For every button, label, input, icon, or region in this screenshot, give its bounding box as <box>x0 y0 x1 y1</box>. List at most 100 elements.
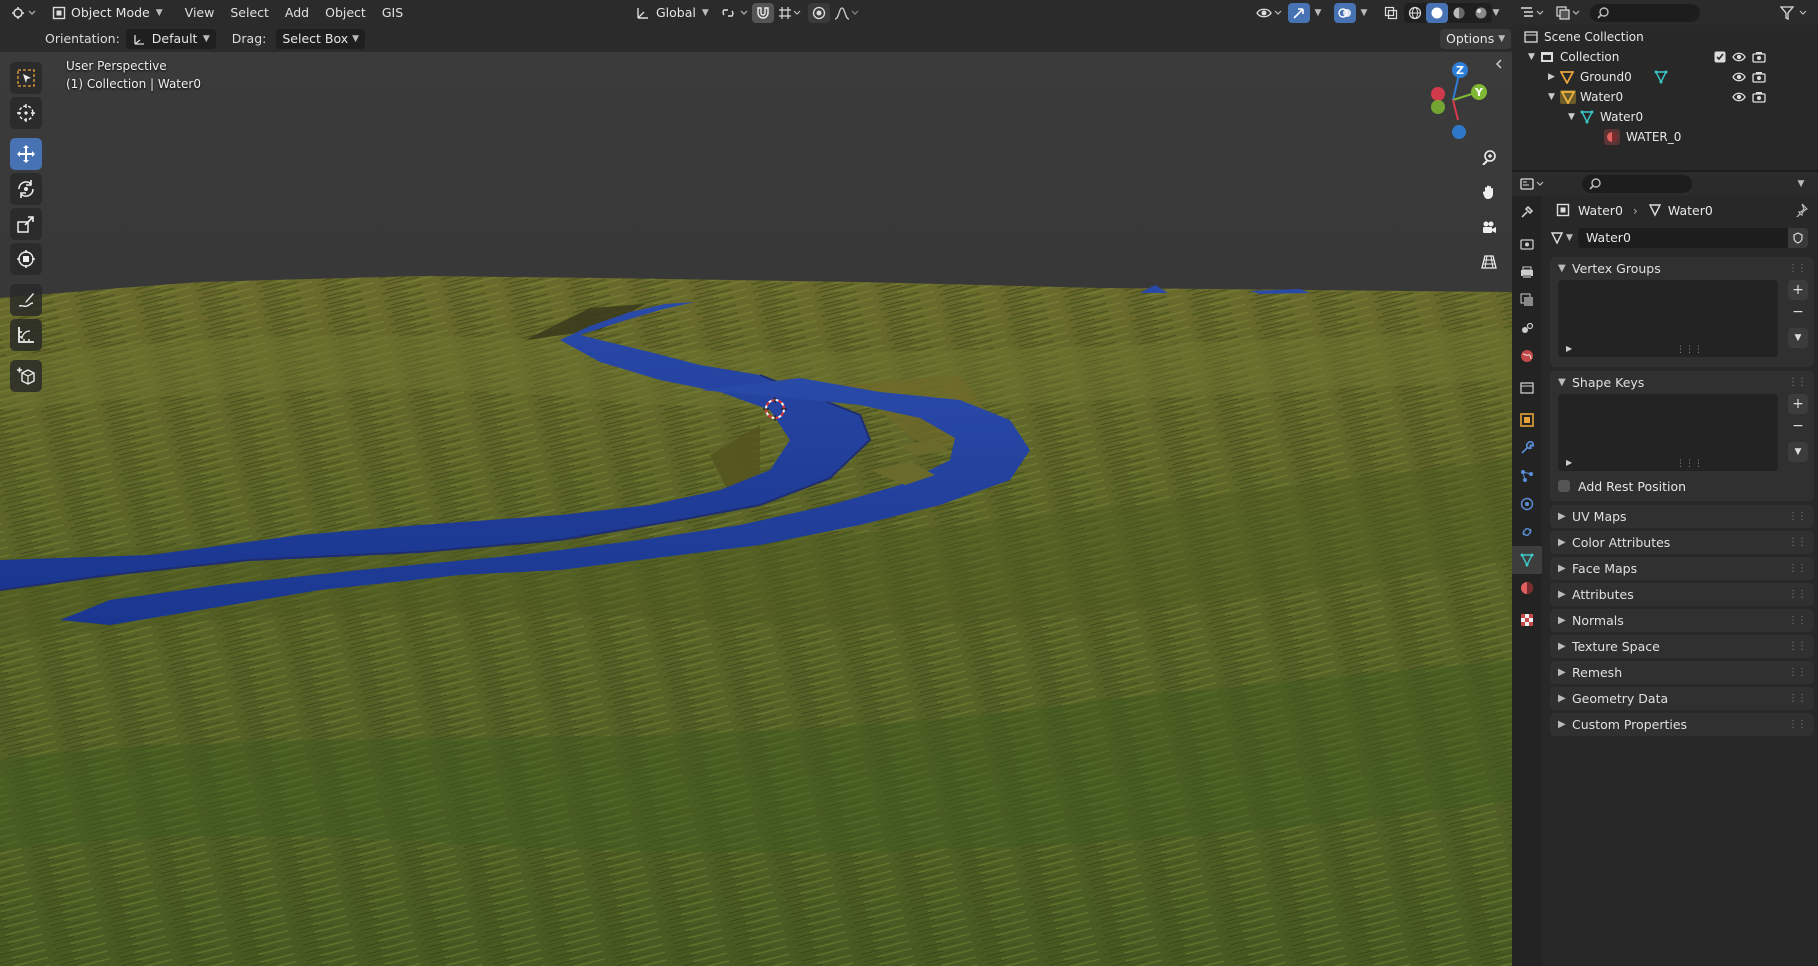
tab-mesh-data[interactable] <box>1512 546 1542 574</box>
exclude-checkbox-icon[interactable] <box>1714 51 1726 63</box>
geometry-data-panel[interactable]: ▶ Geometry Data ⋮⋮ <box>1550 687 1814 710</box>
orientation-dropdown[interactable]: Default ▼ <box>125 28 216 49</box>
navigation-gizmo[interactable]: Z Y <box>1418 58 1496 142</box>
drag-grip-icon[interactable]: ⋮⋮ <box>1788 661 1807 684</box>
proportional-falloff-button[interactable] <box>832 3 862 23</box>
fake-user-button[interactable] <box>1788 228 1808 248</box>
display-mode-button[interactable] <box>1554 3 1584 23</box>
face-maps-panel[interactable]: ▶ Face Maps ⋮⋮ <box>1550 557 1814 580</box>
shading-dropdown[interactable]: ▼ <box>1488 3 1504 23</box>
gizmo-neg-y-axis[interactable] <box>1431 100 1445 114</box>
eye-icon[interactable] <box>1732 51 1746 63</box>
tab-texture[interactable] <box>1512 606 1542 634</box>
xray-toggle[interactable] <box>1380 3 1402 23</box>
vertex-groups-header[interactable]: ▼ Vertex Groups ⋮⋮ <box>1550 257 1814 280</box>
zoom-button[interactable] <box>1476 144 1502 170</box>
scale-tool[interactable] <box>10 208 42 240</box>
annotate-tool[interactable] <box>10 284 42 316</box>
expand-arrow-icon[interactable]: ▼ <box>1568 107 1575 127</box>
uv-maps-panel[interactable]: ▶ UV Maps ⋮⋮ <box>1550 505 1814 528</box>
snap-toggle[interactable] <box>752 2 774 23</box>
outliner-search-input[interactable] <box>1590 3 1700 22</box>
tab-material[interactable] <box>1512 574 1542 602</box>
shape-keys-list[interactable]: ▶ ⋮⋮⋮ <box>1558 394 1778 471</box>
pivot-point-button[interactable] <box>718 3 752 23</box>
tab-scene[interactable] <box>1512 314 1542 342</box>
tab-particles[interactable] <box>1512 462 1542 490</box>
mode-dropdown[interactable]: Object Mode ▼ <box>46 2 169 23</box>
gizmo-dropdown[interactable]: ▼ <box>1310 3 1326 23</box>
eye-icon[interactable] <box>1732 91 1746 103</box>
list-resize-grip-icon[interactable]: ⋮⋮⋮ <box>1676 345 1703 355</box>
options-dropdown[interactable]: Options ▼ <box>1440 28 1512 49</box>
shape-keys-header[interactable]: ▼ Shape Keys ⋮⋮ <box>1550 371 1814 394</box>
gizmo-neg-z-axis[interactable] <box>1452 125 1466 139</box>
camera-view-button[interactable] <box>1476 214 1502 240</box>
tab-view-layer[interactable] <box>1512 286 1542 314</box>
properties-options-dropdown[interactable]: ▼ <box>1790 174 1812 194</box>
transform-tool[interactable] <box>10 243 42 275</box>
cursor-tool[interactable] <box>10 97 42 129</box>
solid-shading-button[interactable] <box>1426 2 1448 23</box>
render-camera-icon[interactable] <box>1752 91 1766 103</box>
pan-button[interactable] <box>1476 179 1502 205</box>
list-resize-grip-icon[interactable]: ⋮⋮⋮ <box>1676 459 1703 469</box>
list-filter-arrow-icon[interactable]: ▶ <box>1566 458 1572 467</box>
drag-grip-icon[interactable]: ⋮⋮ <box>1788 687 1807 710</box>
vertex-group-specials-button[interactable]: ▼ <box>1788 328 1808 348</box>
drag-dropdown[interactable]: Select Box ▼ <box>276 28 366 49</box>
drag-grip-icon[interactable]: ⋮⋮ <box>1788 583 1807 606</box>
tab-constraints[interactable] <box>1512 518 1542 546</box>
tree-row-water0-mesh[interactable]: ▼ Water0 <box>1512 107 1818 127</box>
tab-modifiers[interactable] <box>1512 434 1542 462</box>
add-vertex-group-button[interactable]: + <box>1788 280 1808 300</box>
drag-grip-icon[interactable]: ⋮⋮ <box>1788 371 1807 394</box>
menu-select[interactable]: Select <box>222 0 277 25</box>
move-tool[interactable] <box>10 138 42 170</box>
drag-grip-icon[interactable]: ⋮⋮ <box>1788 609 1807 632</box>
expand-arrow-icon[interactable]: ▶ <box>1548 67 1555 87</box>
tree-row-water0[interactable]: ▼ Water0 <box>1512 87 1818 107</box>
pin-icon[interactable] <box>1794 203 1808 217</box>
menu-gis[interactable]: GIS <box>374 0 411 25</box>
select-box-tool[interactable] <box>10 62 42 94</box>
drag-grip-icon[interactable]: ⋮⋮ <box>1788 257 1807 280</box>
tab-output[interactable] <box>1512 258 1542 286</box>
remove-shape-key-button[interactable]: − <box>1788 416 1808 436</box>
overlays-toggle[interactable] <box>1334 2 1356 23</box>
add-cube-tool[interactable] <box>10 360 42 392</box>
render-camera-icon[interactable] <box>1752 71 1766 83</box>
3d-viewport[interactable]: User Perspective (1) Collection | Water0… <box>0 52 1512 966</box>
3d-cursor-icon[interactable] <box>762 396 788 422</box>
tree-row-scene-collection[interactable]: Scene Collection <box>1512 27 1818 47</box>
material-preview-button[interactable] <box>1448 3 1470 23</box>
add-shape-key-button[interactable]: + <box>1788 394 1808 414</box>
texture-space-panel[interactable]: ▶ Texture Space ⋮⋮ <box>1550 635 1814 658</box>
tab-tool[interactable] <box>1512 198 1542 226</box>
drag-grip-icon[interactable]: ⋮⋮ <box>1788 531 1807 554</box>
tab-physics[interactable] <box>1512 490 1542 518</box>
mesh-name-field[interactable]: Water0 <box>1578 228 1788 248</box>
gizmo-toggle[interactable] <box>1288 2 1310 23</box>
rotate-tool[interactable] <box>10 173 42 205</box>
expand-arrow-icon[interactable]: ▼ <box>1528 47 1535 67</box>
drag-grip-icon[interactable]: ⋮⋮ <box>1788 713 1807 736</box>
list-filter-arrow-icon[interactable]: ▶ <box>1566 344 1572 353</box>
remesh-panel[interactable]: ▶ Remesh ⋮⋮ <box>1550 661 1814 684</box>
overlays-dropdown[interactable]: ▼ <box>1356 3 1372 23</box>
attributes-panel[interactable]: ▶ Attributes ⋮⋮ <box>1550 583 1814 606</box>
measure-tool[interactable] <box>10 319 42 351</box>
tab-render[interactable] <box>1512 230 1542 258</box>
proportional-edit-toggle[interactable] <box>808 2 830 23</box>
properties-editor-type-button[interactable] <box>1518 174 1548 194</box>
transform-orientation-dropdown[interactable]: Global ▼ <box>630 2 715 23</box>
tree-row-collection[interactable]: ▼ Collection <box>1512 47 1818 67</box>
remove-vertex-group-button[interactable]: − <box>1788 302 1808 322</box>
custom-properties-panel[interactable]: ▶ Custom Properties ⋮⋮ <box>1550 713 1814 736</box>
normals-panel[interactable]: ▶ Normals ⋮⋮ <box>1550 609 1814 632</box>
drag-grip-icon[interactable]: ⋮⋮ <box>1788 557 1807 580</box>
gizmo-neg-x-axis[interactable] <box>1431 87 1445 101</box>
tab-world[interactable] <box>1512 342 1542 370</box>
editor-type-button[interactable] <box>8 3 40 23</box>
eye-icon[interactable] <box>1732 71 1746 83</box>
